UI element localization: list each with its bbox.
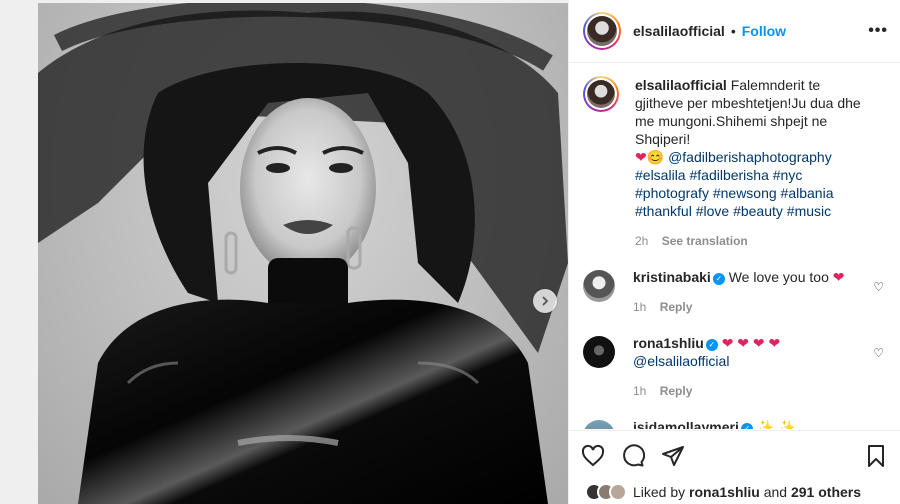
smile-emoji: 😊 [646, 149, 665, 165]
reply-button[interactable]: Reply [660, 384, 693, 398]
commenter-username[interactable]: rona1shliu [633, 335, 704, 351]
next-photo-button[interactable] [533, 289, 557, 313]
chevron-right-icon [542, 296, 549, 306]
liked-by-prefix: Liked by [633, 484, 686, 500]
post-header: elsalilaofficial • Follow ••• [569, 0, 900, 63]
caption: elsalilaofficial Falemnderit te gjitheve… [583, 76, 886, 250]
commenter-username[interactable]: isidamollaymeri [633, 419, 739, 429]
author-username[interactable]: elsalilaofficial [633, 23, 725, 39]
caption-avatar[interactable] [583, 76, 619, 112]
post-photo-pane [0, 0, 568, 504]
share-icon[interactable] [661, 444, 685, 468]
commenter-avatar[interactable] [583, 270, 615, 302]
liker-avatar [609, 483, 627, 501]
caption-time: 2h [635, 234, 649, 248]
bookmark-icon[interactable] [864, 444, 888, 468]
sparkles-emoji: ✨ ✨ [756, 419, 796, 429]
comment-row: rona1shliu ✓ ❤ ❤ ❤ ❤ @elsalilaofficial 1h… [583, 334, 886, 400]
liked-by-others[interactable]: 291 others [791, 484, 861, 500]
like-comment-heart-icon[interactable]: ♡ [873, 280, 884, 294]
post-photo[interactable] [38, 3, 568, 504]
caption-mention[interactable]: @fadilberishaphotography [668, 149, 832, 165]
see-translation-link[interactable]: See translation [662, 234, 748, 248]
comment-row: kristinabaki ✓ We love you too ❤ 1h Reply… [583, 268, 886, 316]
liker-avatars [585, 483, 627, 501]
caption-meta: 2h See translation [635, 232, 870, 250]
verified-badge-icon: ✓ [740, 423, 753, 429]
portrait-image [38, 3, 568, 504]
caption-hashtags[interactable]: #elsalila #fadilberisha #nyc #photografy… [635, 167, 834, 219]
heart-emoji: ❤ [832, 269, 845, 285]
post-actions-bar [569, 430, 900, 480]
hearts-emoji: ❤ ❤ ❤ ❤ [721, 335, 781, 351]
likes-summary: Liked by rona1shliu and 291 others [585, 483, 861, 501]
comment-meta: 1h Reply [633, 382, 868, 400]
follow-button[interactable]: Follow [742, 23, 786, 39]
heart-icon[interactable] [581, 444, 605, 468]
more-options-icon[interactable]: ••• [868, 22, 888, 40]
heart-emoji: ❤ [635, 149, 647, 165]
commenter-avatar[interactable] [583, 420, 615, 429]
comment-mention[interactable]: @elsalilaofficial [633, 353, 729, 369]
verified-badge-icon: ✓ [712, 273, 725, 285]
comment-row: isidamollaymeri✓ ✨ ✨ ♡ [583, 418, 886, 429]
comment-text: We love you too [728, 269, 829, 285]
liked-by-user[interactable]: rona1shliu [689, 484, 760, 500]
comment-time: 1h [633, 384, 647, 398]
comments-list[interactable]: elsalilaofficial Falemnderit te gjitheve… [569, 64, 900, 429]
reply-button[interactable]: Reply [660, 300, 693, 314]
caption-username[interactable]: elsalilaofficial [635, 77, 727, 93]
commenter-avatar[interactable] [583, 336, 615, 368]
commenter-username[interactable]: kristinabaki [633, 269, 711, 285]
comment-time: 1h [633, 300, 647, 314]
post-side-panel: elsalilaofficial • Follow ••• elsalilaof… [568, 0, 900, 504]
separator-dot: • [730, 23, 736, 39]
liked-by-and: and [763, 484, 788, 500]
like-comment-heart-icon[interactable]: ♡ [873, 346, 884, 360]
comment-meta: 1h Reply [633, 298, 868, 316]
comment-icon[interactable] [621, 443, 645, 468]
author-avatar[interactable] [583, 12, 621, 50]
verified-badge-icon: ✓ [705, 339, 718, 351]
